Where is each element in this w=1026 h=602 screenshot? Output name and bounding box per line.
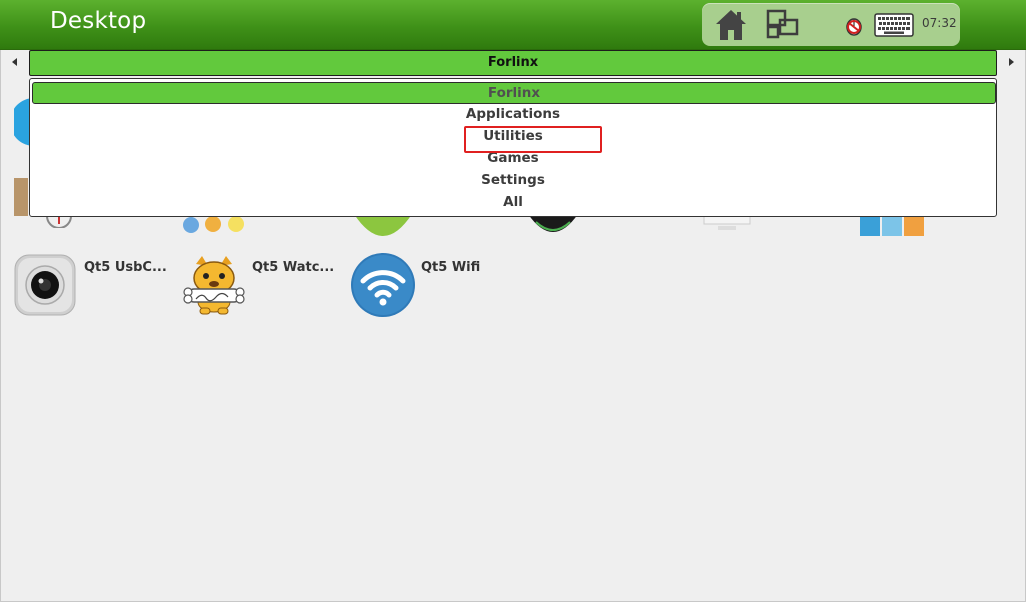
dropdown-item-forlinx[interactable]: Forlinx — [32, 82, 996, 104]
category-next-icon[interactable] — [1005, 56, 1017, 68]
partial-app-icon — [703, 214, 751, 230]
dropdown-item-applications[interactable]: Applications — [30, 103, 996, 125]
top-bar: Desktop 07:32 — [0, 0, 1026, 50]
app-label: Qt5 Watc... — [252, 260, 335, 275]
dropdown-item-games[interactable]: Games — [30, 147, 996, 169]
category-prev-icon[interactable] — [9, 56, 21, 68]
partial-app-icon — [860, 214, 924, 236]
category-selector[interactable]: Forlinx — [29, 50, 997, 76]
app-label: Qt5 Wifi — [421, 260, 481, 275]
dropdown-item-utilities[interactable]: Utilities — [30, 125, 996, 147]
wifi-icon[interactable] — [350, 252, 416, 318]
mouse-pointer-icon — [846, 18, 862, 36]
dropdown-item-all[interactable]: All — [30, 191, 996, 213]
home-icon[interactable] — [713, 7, 749, 43]
window-switch-icon[interactable] — [766, 9, 800, 41]
partial-app-icon — [528, 214, 578, 232]
app-label: Qt5 UsbC... — [84, 260, 167, 275]
category-dropdown: Forlinx Applications Utilities Games Set… — [29, 78, 997, 217]
partial-app-icon — [183, 216, 244, 233]
partial-app-icon — [354, 214, 412, 236]
watchdog-icon[interactable] — [182, 254, 246, 316]
page-title: Desktop — [50, 8, 147, 34]
status-panel: 07:32 — [702, 3, 960, 46]
keyboard-icon[interactable] — [874, 13, 914, 37]
camera-icon[interactable] — [14, 254, 76, 316]
dropdown-item-settings[interactable]: Settings — [30, 169, 996, 191]
clock: 07:32 — [922, 16, 957, 30]
